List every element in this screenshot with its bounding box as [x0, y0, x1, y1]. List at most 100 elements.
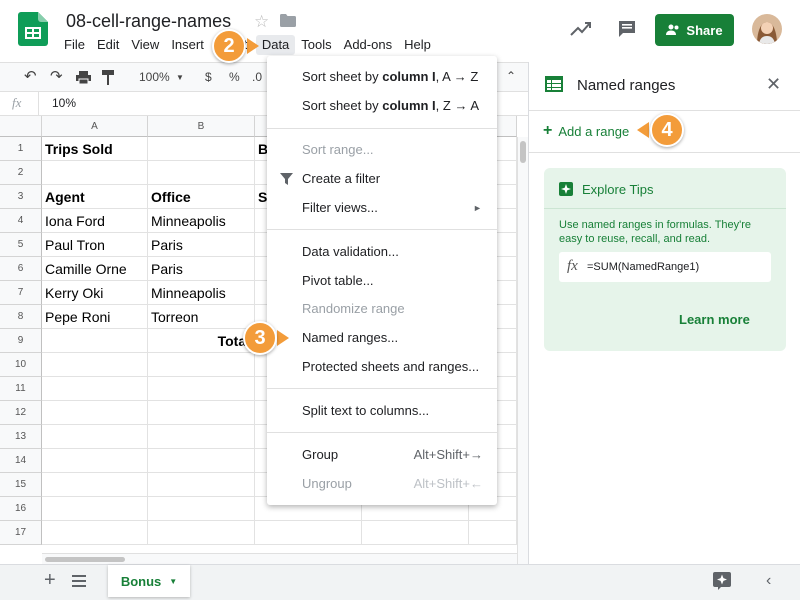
- decimal-decrease-button[interactable]: .0: [252, 70, 262, 84]
- menu-named-ranges[interactable]: Named ranges...: [302, 330, 398, 345]
- row-header-11[interactable]: 11: [0, 377, 42, 401]
- row-header-14[interactable]: 14: [0, 449, 42, 473]
- cell-b8[interactable]: Torreon: [148, 305, 255, 329]
- cell-d17[interactable]: [362, 521, 469, 545]
- share-button[interactable]: Share: [655, 14, 734, 46]
- row-header-12[interactable]: 12: [0, 401, 42, 425]
- cell-b16[interactable]: [148, 497, 255, 521]
- row-header-1[interactable]: 1: [0, 137, 42, 161]
- star-icon[interactable]: ☆: [254, 12, 269, 32]
- undo-icon[interactable]: ↶: [24, 67, 37, 85]
- sheet-tab-bonus[interactable]: Bonus ▼: [108, 565, 190, 597]
- row-header-3[interactable]: 3: [0, 185, 42, 209]
- cell-c17[interactable]: [255, 521, 362, 545]
- cell-a16[interactable]: [42, 497, 148, 521]
- cell-b9[interactable]: Total: [148, 329, 255, 353]
- cell-b12[interactable]: [148, 401, 255, 425]
- cell-b6[interactable]: Paris: [148, 257, 255, 281]
- menu-data[interactable]: Data: [255, 35, 296, 55]
- cell-b2[interactable]: [148, 161, 255, 185]
- vertical-scrollbar[interactable]: [517, 137, 528, 564]
- add-range-button[interactable]: + Add a range: [543, 122, 629, 140]
- cell-a4[interactable]: Iona Ford: [42, 209, 148, 233]
- cell-a11[interactable]: [42, 377, 148, 401]
- cell-b11[interactable]: [148, 377, 255, 401]
- cell-a5[interactable]: Paul Tron: [42, 233, 148, 257]
- menu-group[interactable]: Group: [302, 447, 338, 462]
- row-header-10[interactable]: 10: [0, 353, 42, 377]
- cell-a15[interactable]: [42, 473, 148, 497]
- menu-protected-sheets[interactable]: Protected sheets and ranges...: [302, 359, 479, 374]
- row-header-17[interactable]: 17: [0, 521, 42, 545]
- menu-file[interactable]: File: [58, 35, 91, 55]
- menu-data-validation[interactable]: Data validation...: [302, 244, 399, 259]
- menu-tools[interactable]: Tools: [295, 35, 337, 55]
- menu-sort-az[interactable]: Sort sheet by column I, A → Z: [302, 69, 478, 84]
- cell-b1[interactable]: [148, 137, 255, 161]
- all-sheets-icon[interactable]: [72, 575, 86, 587]
- add-sheet-icon[interactable]: +: [44, 569, 56, 592]
- horizontal-scrollbar[interactable]: [42, 553, 517, 564]
- row-header-13[interactable]: 13: [0, 425, 42, 449]
- zoom-select[interactable]: 100%: [139, 70, 170, 84]
- cell-b3[interactable]: Office: [148, 185, 255, 209]
- row-header-9[interactable]: 9: [0, 329, 42, 353]
- cell-b13[interactable]: [148, 425, 255, 449]
- cell-a9[interactable]: [42, 329, 148, 353]
- activity-trend-icon[interactable]: [570, 20, 592, 38]
- print-icon[interactable]: [76, 71, 91, 84]
- row-header-15[interactable]: 15: [0, 473, 42, 497]
- column-header-b[interactable]: B: [148, 116, 255, 137]
- row-header-5[interactable]: 5: [0, 233, 42, 257]
- cell-b17[interactable]: [148, 521, 255, 545]
- menu-insert[interactable]: Insert: [165, 35, 210, 55]
- menu-create-filter[interactable]: Create a filter: [302, 171, 380, 186]
- menu-sort-za[interactable]: Sort sheet by column I, Z → A: [302, 98, 479, 113]
- cell-b4[interactable]: Minneapolis: [148, 209, 255, 233]
- cell-b7[interactable]: Minneapolis: [148, 281, 255, 305]
- horizontal-scroll-thumb[interactable]: [45, 557, 125, 562]
- cell-b10[interactable]: [148, 353, 255, 377]
- document-title[interactable]: 08-cell-range-names: [66, 11, 231, 32]
- cell-e17[interactable]: [469, 521, 517, 545]
- cell-b5[interactable]: Paris: [148, 233, 255, 257]
- comment-icon[interactable]: [617, 19, 637, 39]
- sheet-tab-chevron-icon[interactable]: ▼: [169, 577, 177, 586]
- cell-a3[interactable]: Agent: [42, 185, 148, 209]
- cell-a7[interactable]: Kerry Oki: [42, 281, 148, 305]
- close-icon[interactable]: ✕: [766, 74, 781, 95]
- menu-view[interactable]: View: [125, 35, 165, 55]
- row-header-8[interactable]: 8: [0, 305, 42, 329]
- sheets-logo-icon[interactable]: [18, 12, 48, 46]
- cell-a10[interactable]: [42, 353, 148, 377]
- menu-help[interactable]: Help: [398, 35, 437, 55]
- avatar[interactable]: [752, 14, 782, 44]
- collapse-toolbar-icon[interactable]: ⌃: [506, 69, 516, 83]
- menu-edit[interactable]: Edit: [91, 35, 125, 55]
- row-header-16[interactable]: 16: [0, 497, 42, 521]
- cell-a8[interactable]: Pepe Roni: [42, 305, 148, 329]
- cell-a13[interactable]: [42, 425, 148, 449]
- cell-a1[interactable]: Trips Sold: [42, 137, 148, 161]
- side-panel-toggle-icon[interactable]: ‹: [766, 572, 771, 590]
- currency-format-button[interactable]: $: [205, 70, 212, 84]
- row-header-2[interactable]: 2: [0, 161, 42, 185]
- cell-b14[interactable]: [148, 449, 255, 473]
- cell-a14[interactable]: [42, 449, 148, 473]
- column-header-a[interactable]: A: [42, 116, 148, 137]
- percent-format-button[interactable]: %: [229, 70, 240, 84]
- menu-pivot-table[interactable]: Pivot table...: [302, 273, 374, 288]
- paint-format-icon[interactable]: [102, 70, 114, 85]
- cell-b15[interactable]: [148, 473, 255, 497]
- menu-split-text[interactable]: Split text to columns...: [302, 403, 429, 418]
- row-header-4[interactable]: 4: [0, 209, 42, 233]
- explore-icon[interactable]: [713, 572, 731, 590]
- select-all-corner[interactable]: [0, 116, 42, 137]
- cell-a6[interactable]: Camille Orne: [42, 257, 148, 281]
- formula-input[interactable]: 10%: [52, 96, 76, 110]
- redo-icon[interactable]: ↷: [50, 67, 63, 85]
- row-header-6[interactable]: 6: [0, 257, 42, 281]
- vertical-scroll-thumb[interactable]: [520, 141, 526, 163]
- cell-a2[interactable]: [42, 161, 148, 185]
- row-header-7[interactable]: 7: [0, 281, 42, 305]
